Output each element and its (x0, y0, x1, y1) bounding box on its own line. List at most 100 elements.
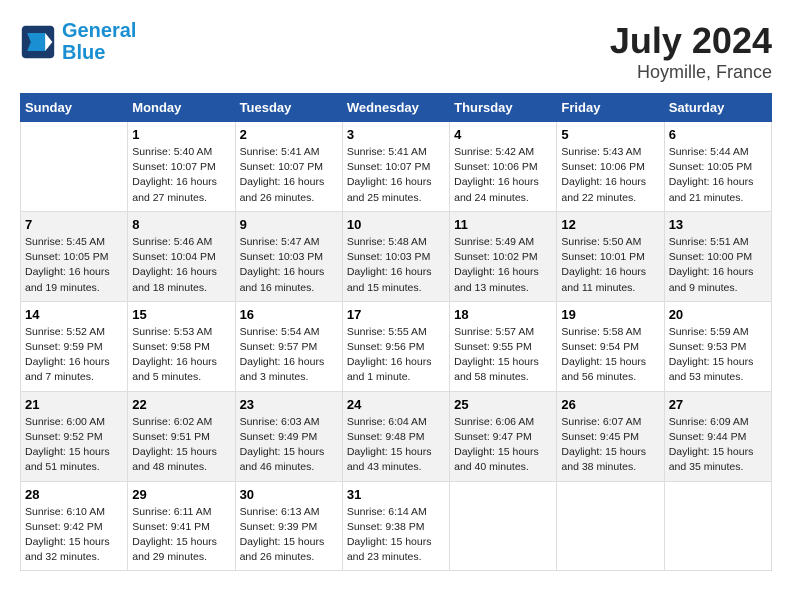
day-cell: 6 Sunrise: 5:44 AMSunset: 10:05 PMDayligh… (664, 122, 771, 212)
day-info: Sunrise: 5:49 AMSunset: 10:02 PMDaylight… (454, 235, 552, 296)
day-cell: 20Sunrise: 5:59 AMSunset: 9:53 PMDayligh… (664, 301, 771, 391)
day-info: Sunrise: 5:52 AMSunset: 9:59 PMDaylight:… (25, 325, 123, 386)
day-number: 10 (347, 217, 445, 232)
day-info: Sunrise: 6:02 AMSunset: 9:51 PMDaylight:… (132, 415, 230, 476)
day-cell: 8Sunrise: 5:46 AMSunset: 10:04 PMDayligh… (128, 211, 235, 301)
day-number: 18 (454, 307, 552, 322)
day-info: Sunrise: 6:09 AMSunset: 9:44 PMDaylight:… (669, 415, 767, 476)
day-cell: 30 Sunrise: 6:13 AMSunset: 9:39 PMDayligh… (235, 481, 342, 571)
day-cell: 29 Sunrise: 6:11 AMSunset: 9:41 PMDayligh… (128, 481, 235, 571)
day-cell: 12 Sunrise: 5:50 AMSunset: 10:01 PMDaylig… (557, 211, 664, 301)
day-number: 1 (132, 127, 230, 142)
logo-blue: Blue (62, 42, 105, 64)
day-cell: 26 Sunrise: 6:07 AMSunset: 9:45 PMDayligh… (557, 391, 664, 481)
day-number: 7 (25, 217, 123, 232)
day-info: Sunrise: 5:44 AMSunset: 10:05 PMDaylight… (669, 145, 767, 206)
day-number: 20 (669, 307, 767, 322)
day-cell (664, 481, 771, 571)
day-cell (450, 481, 557, 571)
day-number: 25 (454, 397, 552, 412)
day-cell: 1Sunrise: 5:40 AMSunset: 10:07 PMDayligh… (128, 122, 235, 212)
header-tuesday: Tuesday (235, 94, 342, 122)
day-info: Sunrise: 5:50 AMSunset: 10:01 PMDaylight… (561, 235, 659, 296)
day-number: 31 (347, 487, 445, 502)
day-number: 29 (132, 487, 230, 502)
page-title: July 2024 (610, 20, 772, 62)
day-cell: 2 Sunrise: 5:41 AMSunset: 10:07 PMDayligh… (235, 122, 342, 212)
day-number: 28 (25, 487, 123, 502)
day-info: Sunrise: 5:41 AMSunset: 10:07 PMDaylight… (347, 145, 445, 206)
day-number: 30 (240, 487, 338, 502)
header-wednesday: Wednesday (342, 94, 449, 122)
day-info: Sunrise: 5:41 AMSunset: 10:07 PMDaylight… (240, 145, 338, 206)
day-number: 23 (240, 397, 338, 412)
week-row-4: 21 Sunrise: 6:00 AMSunset: 9:52 PMDayligh… (21, 391, 772, 481)
logo-text: General Blue (62, 20, 136, 64)
day-info: Sunrise: 5:53 AMSunset: 9:58 PMDaylight:… (132, 325, 230, 386)
day-cell: 4 Sunrise: 5:42 AMSunset: 10:06 PMDayligh… (450, 122, 557, 212)
header-sunday: Sunday (21, 94, 128, 122)
day-info: Sunrise: 6:00 AMSunset: 9:52 PMDaylight:… (25, 415, 123, 476)
logo-general: General (62, 20, 136, 42)
header-row: SundayMondayTuesdayWednesdayThursdayFrid… (21, 94, 772, 122)
day-number: 4 (454, 127, 552, 142)
day-info: Sunrise: 6:13 AMSunset: 9:39 PMDaylight:… (240, 505, 338, 566)
day-cell: 17Sunrise: 5:55 AMSunset: 9:56 PMDayligh… (342, 301, 449, 391)
day-cell: 7 Sunrise: 5:45 AMSunset: 10:05 PMDayligh… (21, 211, 128, 301)
day-cell: 18 Sunrise: 5:57 AMSunset: 9:55 PMDayligh… (450, 301, 557, 391)
header-friday: Friday (557, 94, 664, 122)
day-info: Sunrise: 5:43 AMSunset: 10:06 PMDaylight… (561, 145, 659, 206)
day-number: 3 (347, 127, 445, 142)
day-cell (557, 481, 664, 571)
day-cell: 15 Sunrise: 5:53 AMSunset: 9:58 PMDayligh… (128, 301, 235, 391)
day-number: 24 (347, 397, 445, 412)
day-number: 12 (561, 217, 659, 232)
day-info: Sunrise: 6:11 AMSunset: 9:41 PMDaylight:… (132, 505, 230, 566)
day-cell: 27 Sunrise: 6:09 AMSunset: 9:44 PMDayligh… (664, 391, 771, 481)
day-number: 19 (561, 307, 659, 322)
day-number: 15 (132, 307, 230, 322)
week-row-3: 14Sunrise: 5:52 AMSunset: 9:59 PMDayligh… (21, 301, 772, 391)
day-number: 21 (25, 397, 123, 412)
day-info: Sunrise: 6:04 AMSunset: 9:48 PMDaylight:… (347, 415, 445, 476)
day-info: Sunrise: 6:06 AMSunset: 9:47 PMDaylight:… (454, 415, 552, 476)
day-cell: 11Sunrise: 5:49 AMSunset: 10:02 PMDaylig… (450, 211, 557, 301)
day-info: Sunrise: 5:58 AMSunset: 9:54 PMDaylight:… (561, 325, 659, 386)
day-info: Sunrise: 5:45 AMSunset: 10:05 PMDaylight… (25, 235, 123, 296)
page-header: General Blue July 2024 Hoymille, France (20, 20, 772, 83)
header-monday: Monday (128, 94, 235, 122)
calendar-header: SundayMondayTuesdayWednesdayThursdayFrid… (21, 94, 772, 122)
day-number: 26 (561, 397, 659, 412)
day-info: Sunrise: 6:07 AMSunset: 9:45 PMDaylight:… (561, 415, 659, 476)
day-number: 6 (669, 127, 767, 142)
calendar-body: 1Sunrise: 5:40 AMSunset: 10:07 PMDayligh… (21, 122, 772, 571)
day-info: Sunrise: 5:54 AMSunset: 9:57 PMDaylight:… (240, 325, 338, 386)
day-number: 17 (347, 307, 445, 322)
day-number: 13 (669, 217, 767, 232)
day-cell: 31 Sunrise: 6:14 AMSunset: 9:38 PMDayligh… (342, 481, 449, 571)
day-cell (21, 122, 128, 212)
day-number: 2 (240, 127, 338, 142)
day-info: Sunrise: 5:47 AMSunset: 10:03 PMDaylight… (240, 235, 338, 296)
day-cell: 25 Sunrise: 6:06 AMSunset: 9:47 PMDayligh… (450, 391, 557, 481)
day-number: 9 (240, 217, 338, 232)
day-number: 16 (240, 307, 338, 322)
header-thursday: Thursday (450, 94, 557, 122)
day-cell: 3 Sunrise: 5:41 AMSunset: 10:07 PMDayligh… (342, 122, 449, 212)
day-cell: 13 Sunrise: 5:51 AMSunset: 10:00 PMDaylig… (664, 211, 771, 301)
day-info: Sunrise: 6:14 AMSunset: 9:38 PMDaylight:… (347, 505, 445, 566)
week-row-5: 28Sunrise: 6:10 AMSunset: 9:42 PMDayligh… (21, 481, 772, 571)
day-cell: 14Sunrise: 5:52 AMSunset: 9:59 PMDayligh… (21, 301, 128, 391)
day-info: Sunrise: 5:46 AMSunset: 10:04 PMDaylight… (132, 235, 230, 296)
day-info: Sunrise: 5:42 AMSunset: 10:06 PMDaylight… (454, 145, 552, 206)
day-info: Sunrise: 6:03 AMSunset: 9:49 PMDaylight:… (240, 415, 338, 476)
day-number: 27 (669, 397, 767, 412)
day-cell: 21 Sunrise: 6:00 AMSunset: 9:52 PMDayligh… (21, 391, 128, 481)
day-info: Sunrise: 5:57 AMSunset: 9:55 PMDaylight:… (454, 325, 552, 386)
page-subtitle: Hoymille, France (610, 62, 772, 83)
day-cell: 10Sunrise: 5:48 AMSunset: 10:03 PMDaylig… (342, 211, 449, 301)
header-saturday: Saturday (664, 94, 771, 122)
logo-icon (20, 24, 56, 60)
day-info: Sunrise: 5:51 AMSunset: 10:00 PMDaylight… (669, 235, 767, 296)
day-cell: 16 Sunrise: 5:54 AMSunset: 9:57 PMDayligh… (235, 301, 342, 391)
